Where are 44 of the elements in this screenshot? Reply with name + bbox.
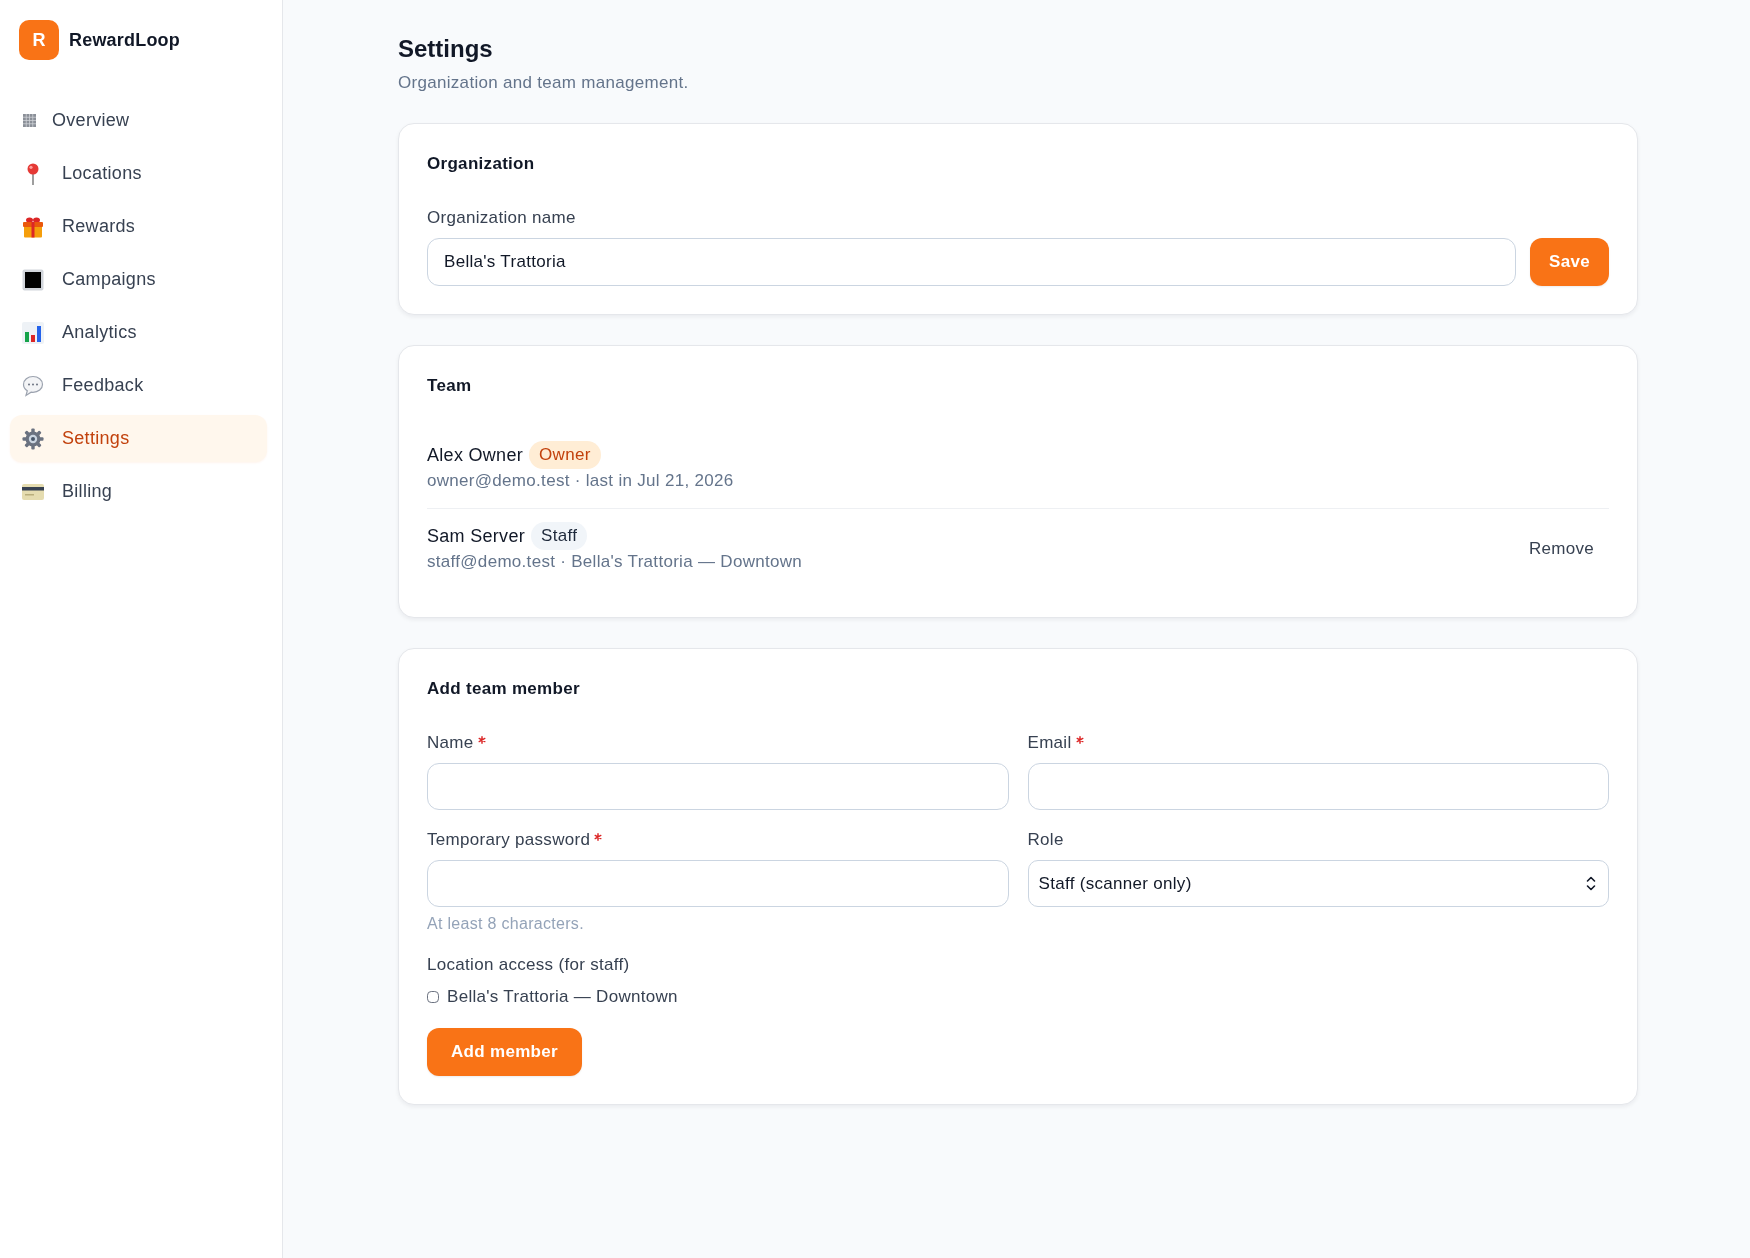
sidebar-item[interactable]: Settings: [10, 415, 267, 462]
gear-icon: [22, 427, 44, 450]
role-badge: Owner: [529, 441, 601, 469]
role-badge: Staff: [531, 522, 588, 550]
square-icon: [22, 268, 44, 291]
sidebar-item[interactable]: Locations: [10, 150, 267, 197]
field-label: Organization name: [427, 207, 576, 229]
member-name: Alex Owner: [427, 443, 524, 467]
credit-card-icon: [22, 483, 44, 500]
field-label: Email: [1027, 732, 1072, 754]
bar-chart-icon: [22, 321, 44, 344]
field-label: Location access (for staff): [427, 954, 630, 976]
dropdown-select[interactable]: Staff (scanner only): [1027, 860, 1609, 907]
chevron-updown-icon: [1586, 876, 1596, 891]
input-field[interactable]: [1027, 763, 1609, 810]
remove-button[interactable]: Remove: [1513, 530, 1609, 568]
section-heading: Organization: [427, 153, 535, 175]
page-subtitle: Organization and team management.: [398, 72, 689, 94]
field-label: Role: [1027, 829, 1064, 851]
grid-icon: [23, 114, 36, 127]
input-field[interactable]: [427, 763, 1009, 810]
member-details: staff@demo.test · Bella's Trattoria — Downtown: [427, 551, 803, 573]
field-label: Name: [427, 732, 474, 754]
checkbox[interactable]: [427, 991, 439, 1003]
checkbox-label: Bella's Trattoria — Downtown: [447, 986, 678, 1008]
section-heading: Team: [427, 375, 472, 397]
sidebar-item[interactable]: Feedback: [10, 362, 267, 409]
section-heading: Add team member: [427, 678, 580, 700]
member-name: Sam Server: [427, 524, 526, 548]
hint-text: At least 8 characters.: [427, 914, 584, 934]
text-input[interactable]: Bella's Trattoria: [427, 238, 1517, 286]
speech-bubble-icon: [22, 374, 44, 397]
gift-icon: [22, 215, 44, 238]
brand-logo: R: [19, 20, 59, 60]
sidebar-item[interactable]: Campaigns: [10, 256, 267, 303]
sidebar-item[interactable]: Billing: [10, 468, 267, 515]
page-title: Settings: [398, 34, 493, 64]
sidebar-item[interactable]: Rewards: [10, 203, 267, 250]
input-field[interactable]: [427, 860, 1009, 907]
sidebar-item[interactable]: Analytics: [10, 309, 267, 356]
sidebar-item[interactable]: Overview: [10, 97, 267, 144]
field-label: Temporary password: [427, 829, 591, 851]
member-details: owner@demo.test · last in Jul 21, 2026: [427, 470, 734, 492]
brand-name: RewardLoop: [69, 28, 180, 52]
